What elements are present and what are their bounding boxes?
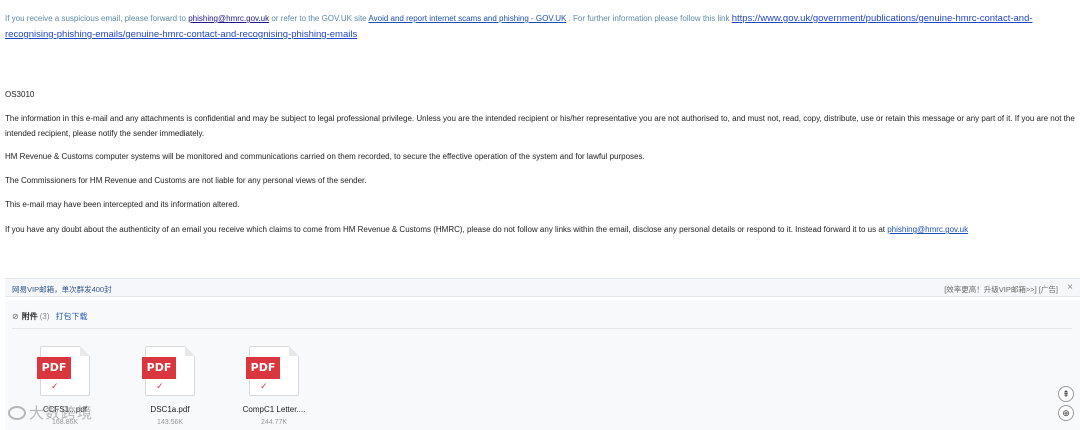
pdf-symbol: ✓ bbox=[260, 381, 268, 391]
attachment-item[interactable]: PDF ✓ CompC1 Letter.... 244.77K bbox=[234, 346, 314, 426]
pdf-symbol: ✓ bbox=[51, 381, 59, 391]
pdf-badge: PDF bbox=[37, 357, 71, 379]
attachment-size: 244.77K bbox=[260, 419, 288, 426]
authenticity-text: If you have any doubt about the authenti… bbox=[5, 225, 888, 234]
liability-paragraph: The Commissioners for HM Revenue and Cus… bbox=[5, 176, 367, 185]
notice-prefix: If you receive a suspicious email, pleas… bbox=[5, 14, 189, 23]
divider bbox=[12, 328, 1072, 329]
attachment-name[interactable]: DSC1a.pdf bbox=[130, 405, 210, 414]
pdf-file-icon: PDF ✓ bbox=[246, 346, 299, 396]
attachment-name[interactable]: CompC1 Letter.... bbox=[234, 405, 314, 414]
attachment-size: 143.56K bbox=[156, 419, 184, 426]
authenticity-paragraph: If you have any doubt about the authenti… bbox=[5, 222, 1079, 237]
watermark-text: 大数跨境 bbox=[29, 404, 94, 422]
notice-middle: or refer to the GOV.UK site bbox=[269, 14, 369, 23]
phishing-report-link[interactable]: phishing@hmrc.gov.uk bbox=[887, 225, 968, 234]
ad-bar: 网易VIP邮箱，单次群发400封 [效率更高！升级VIP邮箱>>] [广告] × bbox=[5, 278, 1080, 297]
attachments-count: (3) bbox=[39, 312, 50, 321]
confidentiality-paragraph: The information in this e-mail and any a… bbox=[5, 114, 1075, 138]
reference-code: OS3010 bbox=[5, 90, 35, 99]
pdf-badge: PDF bbox=[142, 357, 176, 379]
interception-paragraph: This e-mail may have been intercepted an… bbox=[5, 200, 240, 209]
pdf-badge: PDF bbox=[246, 357, 280, 379]
monitoring-paragraph: HM Revenue & Customs computer systems wi… bbox=[5, 152, 645, 161]
paperclip-icon: ⊘ bbox=[12, 312, 19, 321]
pdf-symbol: ✓ bbox=[156, 381, 164, 391]
notice-suffix: . For further information please follow … bbox=[566, 14, 732, 23]
govuk-scams-link[interactable]: Avoid and report internet scams and phis… bbox=[368, 14, 566, 23]
pdf-file-icon: PDF ✓ bbox=[37, 346, 90, 396]
watermark-logo-icon bbox=[8, 406, 26, 420]
phishing-email-link[interactable]: phishing@hmrc.gov.uk bbox=[188, 14, 269, 23]
zoom-icon[interactable]: ⊕ bbox=[1058, 405, 1074, 421]
phishing-notice: If you receive a suspicious email, pleas… bbox=[5, 11, 1075, 43]
download-all-button[interactable]: 打包下载 bbox=[55, 312, 87, 321]
pdf-file-icon: PDF ✓ bbox=[142, 346, 195, 396]
ad-upgrade-link[interactable]: [效率更高！升级VIP邮箱>>] [广告] bbox=[944, 284, 1058, 295]
attachments-header: ⊘ 附件 (3) 打包下载 bbox=[12, 311, 87, 322]
attachment-item[interactable]: PDF ✓ DSC1a.pdf 143.56K bbox=[130, 346, 210, 426]
ad-vip-link[interactable]: 网易VIP邮箱，单次群发400封 bbox=[12, 284, 112, 295]
attachments-panel: ⊘ 附件 (3) 打包下载 PDF ✓ CCFS1...pdf 168.86K PDF… bbox=[5, 300, 1080, 430]
attachments-title: 附件 bbox=[21, 312, 38, 321]
close-icon[interactable]: × bbox=[1067, 282, 1073, 293]
watermark: 大数跨境 bbox=[8, 402, 93, 423]
back-to-top-icon[interactable]: ⇞ bbox=[1058, 386, 1074, 402]
